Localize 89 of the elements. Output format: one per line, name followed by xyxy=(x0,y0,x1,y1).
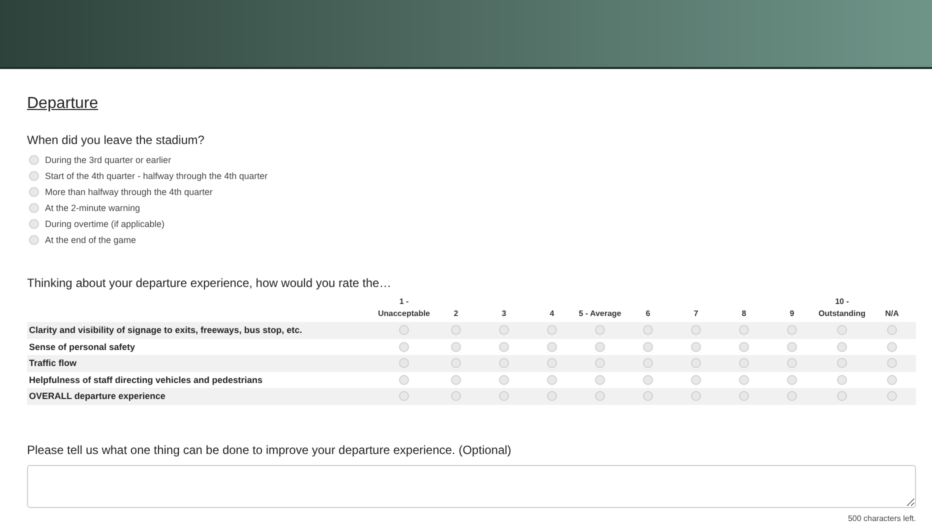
radio-button[interactable] xyxy=(691,325,701,336)
radio-button[interactable] xyxy=(837,342,847,352)
row-label: Traffic flow xyxy=(27,355,376,372)
radio-button[interactable] xyxy=(691,374,701,385)
character-counter: 500 characters left. xyxy=(846,514,916,522)
radio-button[interactable] xyxy=(643,358,653,368)
radio-button[interactable] xyxy=(887,342,897,352)
radio-button[interactable] xyxy=(451,358,461,368)
option-label: Start of the 4th quarter - halfway through the 4th quarter xyxy=(45,171,268,181)
radio-button[interactable] xyxy=(691,358,701,368)
radio-button[interactable] xyxy=(787,325,797,336)
radio-button[interactable] xyxy=(547,358,557,368)
comment-field[interactable] xyxy=(27,464,916,508)
option-label: More than halfway through the 4th quarter xyxy=(45,187,213,197)
radio-button[interactable] xyxy=(547,374,557,385)
column-heading: 4 xyxy=(528,296,576,322)
radio-button[interactable] xyxy=(837,358,847,368)
option-label: During overtime (if applicable) xyxy=(45,219,165,229)
radio-button[interactable] xyxy=(399,342,409,352)
radio-button[interactable] xyxy=(595,325,605,336)
radio-button[interactable] xyxy=(739,325,749,336)
column-heading: 9 xyxy=(768,296,816,322)
question-text: When did you leave the stadium? xyxy=(27,133,204,147)
radio-button[interactable] xyxy=(399,391,409,402)
row-label: Sense of personal safety xyxy=(27,338,376,355)
radio-button[interactable] xyxy=(499,358,509,368)
radio-button[interactable] xyxy=(643,325,653,336)
radio-button[interactable] xyxy=(29,155,39,165)
radio-button[interactable] xyxy=(691,342,701,352)
radio-button[interactable] xyxy=(595,342,605,352)
radio-button[interactable] xyxy=(399,374,409,385)
radio-button[interactable] xyxy=(399,358,409,368)
radio-button[interactable] xyxy=(787,391,797,402)
radio-button[interactable] xyxy=(691,391,701,402)
row-label: Clarity and visibility of signage to exits, freeways, bus stop, etc. xyxy=(27,322,376,338)
radio-button[interactable] xyxy=(887,358,897,368)
column-heading: 6 xyxy=(624,296,672,322)
column-heading: 2 xyxy=(432,296,480,322)
option-label: During the 3rd quarter or earlier xyxy=(45,155,172,165)
radio-button[interactable] xyxy=(787,342,797,352)
radio-button[interactable] xyxy=(643,374,653,385)
radio-button[interactable] xyxy=(29,235,39,245)
question-text: Thinking about your departure experience, how would you rate the… xyxy=(27,276,392,290)
radio-button[interactable] xyxy=(451,374,461,385)
radio-button[interactable] xyxy=(29,171,39,181)
section-title: Departure xyxy=(27,95,98,113)
radio-button[interactable] xyxy=(29,187,39,197)
radio-button[interactable] xyxy=(837,325,847,336)
radio-button[interactable] xyxy=(499,325,509,336)
radio-button[interactable] xyxy=(787,374,797,385)
radio-button[interactable] xyxy=(739,358,749,368)
radio-button[interactable] xyxy=(595,374,605,385)
radio-button[interactable] xyxy=(399,325,409,336)
radio-button[interactable] xyxy=(787,358,797,368)
radio-button[interactable] xyxy=(29,203,39,213)
radio-button[interactable] xyxy=(595,358,605,368)
radio-button[interactable] xyxy=(739,342,749,352)
radio-button[interactable] xyxy=(499,374,509,385)
question-text: Please tell us what one thing can be done to improve your departure experience. (Optional) xyxy=(27,442,512,456)
column-heading: 10 - Outstanding xyxy=(816,296,868,322)
radio-button[interactable] xyxy=(451,325,461,336)
option-label: At the 2-minute warning xyxy=(45,203,140,213)
row-label: OVERALL departure experience xyxy=(27,388,376,404)
option-label: At the end of the game xyxy=(45,235,136,245)
radio-button[interactable] xyxy=(547,342,557,352)
column-heading: N/A xyxy=(868,296,916,322)
column-heading: 5 - Average xyxy=(576,296,624,322)
row-label: Helpfulness of staff directing vehicles and pedestrians xyxy=(27,372,376,388)
radio-button[interactable] xyxy=(887,374,897,385)
radio-button[interactable] xyxy=(547,325,557,336)
radio-button[interactable] xyxy=(499,342,509,352)
radio-button[interactable] xyxy=(499,391,509,402)
radio-button[interactable] xyxy=(739,374,749,385)
radio-button[interactable] xyxy=(595,391,605,402)
radio-button[interactable] xyxy=(547,391,557,402)
radio-button[interactable] xyxy=(29,219,39,229)
radio-button[interactable] xyxy=(887,325,897,336)
radio-button[interactable] xyxy=(837,374,847,385)
column-heading: 1 - Unacceptable xyxy=(376,296,432,322)
radio-button[interactable] xyxy=(643,342,653,352)
radio-button[interactable] xyxy=(739,391,749,402)
radio-button[interactable] xyxy=(837,391,847,402)
radio-button[interactable] xyxy=(643,391,653,402)
column-heading: 7 xyxy=(672,296,720,322)
radio-button[interactable] xyxy=(887,391,897,402)
radio-button[interactable] xyxy=(451,391,461,402)
column-heading: 3 xyxy=(480,296,528,322)
column-heading: 8 xyxy=(720,296,768,322)
radio-button[interactable] xyxy=(451,342,461,352)
